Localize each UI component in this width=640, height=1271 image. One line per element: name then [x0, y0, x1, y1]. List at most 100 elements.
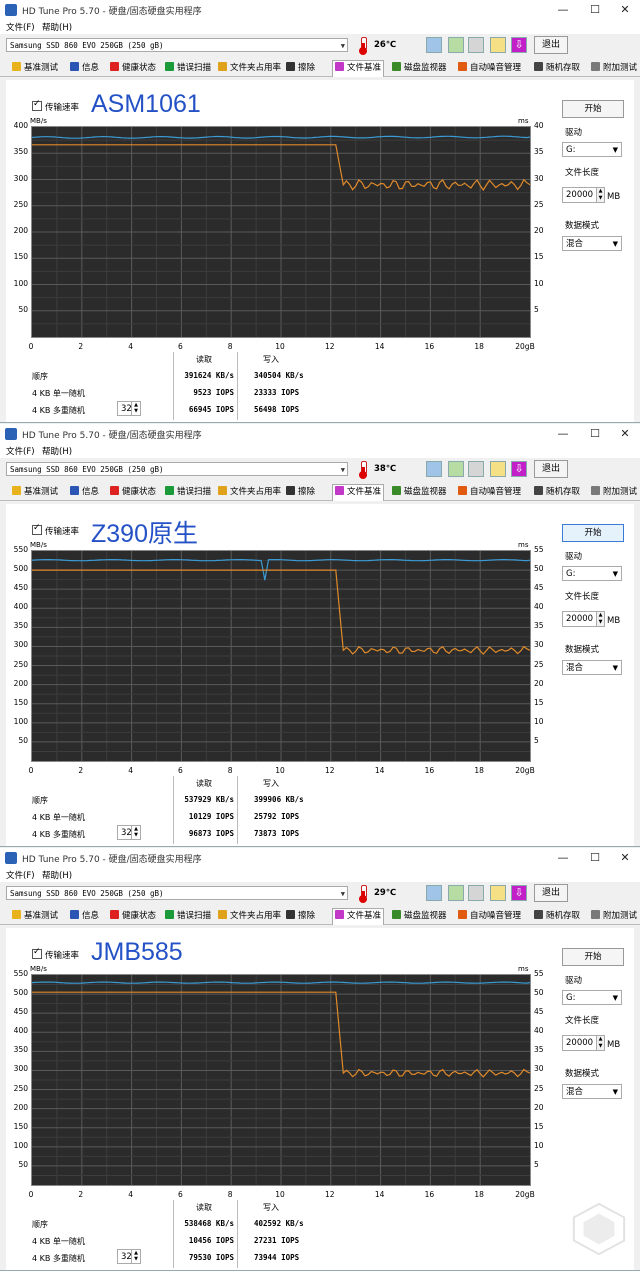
- graph-plot: [32, 551, 530, 761]
- save-icon[interactable]: ⇩: [511, 37, 527, 53]
- save-icon[interactable]: ⇩: [511, 885, 527, 901]
- exit-button[interactable]: 退出: [534, 460, 568, 478]
- start-button[interactable]: 开始: [562, 100, 624, 118]
- tab-1[interactable]: 信息: [70, 909, 99, 923]
- close-button[interactable]: ✕: [610, 426, 640, 442]
- tab-9[interactable]: 随机存取: [534, 909, 580, 923]
- queue-depth-stepper[interactable]: 32 ▲ ▼: [117, 825, 141, 840]
- transfer-rate-checkbox[interactable]: 传输速率: [32, 523, 79, 537]
- tab-3[interactable]: 错误扫描: [165, 909, 211, 923]
- file-length-stepper[interactable]: ▲ ▼: [596, 1035, 605, 1051]
- queue-depth-stepper[interactable]: 32 ▲ ▼: [117, 1249, 141, 1264]
- drive-letter-select[interactable]: G: ▼: [562, 142, 622, 157]
- tab-4[interactable]: 文件夹占用率: [218, 909, 281, 923]
- transfer-rate-checkbox[interactable]: 传输速率: [32, 947, 79, 961]
- drive-select[interactable]: Samsung SSD 860 EVO 250GB (250 gB) ▼: [6, 886, 348, 900]
- tab-9[interactable]: 随机存取: [534, 61, 580, 75]
- copy-info-icon[interactable]: [426, 37, 442, 53]
- exit-button[interactable]: 退出: [534, 36, 568, 54]
- copy-screenshot-icon[interactable]: [448, 37, 464, 53]
- drive-letter-select[interactable]: G: ▼: [562, 990, 622, 1005]
- options-icon[interactable]: [490, 37, 506, 53]
- title-bar[interactable]: HD Tune Pro 5.70 - 硬盘/固态硬盘实用程序 — ☐ ✕: [0, 848, 640, 869]
- tab-7[interactable]: 磁盘监视器: [392, 485, 447, 499]
- tab-6[interactable]: 文件基准: [332, 908, 385, 925]
- maximize-button[interactable]: ☐: [580, 426, 610, 442]
- data-mode-select[interactable]: 混合 ▼: [562, 236, 622, 251]
- tab-4[interactable]: 文件夹占用率: [218, 61, 281, 75]
- stepper-arrows-icon: ▲ ▼: [131, 1250, 140, 1263]
- maximize-button[interactable]: ☐: [580, 2, 610, 18]
- camera-icon[interactable]: [468, 37, 484, 53]
- save-icon[interactable]: ⇩: [511, 461, 527, 477]
- tab-6[interactable]: 文件基准: [332, 484, 385, 501]
- tab-7[interactable]: 磁盘监视器: [392, 61, 447, 75]
- exit-button[interactable]: 退出: [534, 884, 568, 902]
- file-length-stepper[interactable]: ▲ ▼: [596, 187, 605, 203]
- close-button[interactable]: ✕: [610, 2, 640, 18]
- drive-letter-select[interactable]: G: ▼: [562, 566, 622, 581]
- tab-5[interactable]: 擦除: [286, 61, 315, 75]
- y-tick-left: 200: [13, 1102, 28, 1112]
- menu-item-1[interactable]: 帮助(H): [42, 21, 72, 33]
- tab-6[interactable]: 文件基准: [332, 60, 385, 77]
- tab-8[interactable]: 自动噪音管理: [458, 485, 521, 499]
- tab-7[interactable]: 磁盘监视器: [392, 909, 447, 923]
- menu-item-1[interactable]: 帮助(H): [42, 869, 72, 881]
- copy-screenshot-icon[interactable]: [448, 461, 464, 477]
- tab-2[interactable]: 健康状态: [110, 909, 156, 923]
- minimize-button[interactable]: —: [548, 2, 578, 18]
- menu-bar: 文件(F) 帮助(H): [0, 444, 640, 458]
- tab-1[interactable]: 信息: [70, 485, 99, 499]
- tab-10[interactable]: 附加测试: [591, 485, 637, 499]
- tab-0[interactable]: 基准测试: [12, 909, 58, 923]
- tab-10[interactable]: 附加测试: [591, 61, 637, 75]
- minimize-button[interactable]: —: [548, 850, 578, 866]
- result-read-value: 10129 IOPS: [188, 812, 234, 821]
- file-length-stepper[interactable]: ▲ ▼: [596, 611, 605, 627]
- tab-10[interactable]: 附加测试: [591, 909, 637, 923]
- x-tick: 16: [424, 342, 435, 351]
- tab-1[interactable]: 信息: [70, 61, 99, 75]
- options-icon[interactable]: [490, 885, 506, 901]
- start-button[interactable]: 开始: [562, 524, 624, 542]
- copy-screenshot-icon[interactable]: [448, 885, 464, 901]
- tab-8[interactable]: 自动噪音管理: [458, 61, 521, 75]
- tab-5[interactable]: 擦除: [286, 909, 315, 923]
- maximize-button[interactable]: ☐: [580, 850, 610, 866]
- menu-item-1[interactable]: 帮助(H): [42, 445, 72, 457]
- start-button[interactable]: 开始: [562, 948, 624, 966]
- tab-3[interactable]: 错误扫描: [165, 485, 211, 499]
- drive-select[interactable]: Samsung SSD 860 EVO 250GB (250 gB) ▼: [6, 38, 348, 52]
- title-bar[interactable]: HD Tune Pro 5.70 - 硬盘/固态硬盘实用程序 — ☐ ✕: [0, 424, 640, 445]
- x-tick: 12: [325, 342, 335, 351]
- tab-5[interactable]: 擦除: [286, 485, 315, 499]
- y-tick-left: 250: [13, 659, 28, 669]
- tab-0[interactable]: 基准测试: [12, 61, 58, 75]
- minimize-button[interactable]: —: [548, 426, 578, 442]
- close-button[interactable]: ✕: [610, 850, 640, 866]
- copy-info-icon[interactable]: [426, 461, 442, 477]
- camera-icon[interactable]: [468, 461, 484, 477]
- transfer-rate-checkbox[interactable]: 传输速率: [32, 99, 79, 113]
- tab-8[interactable]: 自动噪音管理: [458, 909, 521, 923]
- title-bar[interactable]: HD Tune Pro 5.70 - 硬盘/固态硬盘实用程序 — ☐ ✕: [0, 0, 640, 21]
- tab-4[interactable]: 文件夹占用率: [218, 485, 281, 499]
- column-divider: [173, 776, 174, 844]
- data-mode-select[interactable]: 混合 ▼: [562, 1084, 622, 1099]
- options-icon[interactable]: [490, 461, 506, 477]
- tab-2[interactable]: 健康状态: [110, 485, 156, 499]
- copy-info-icon[interactable]: [426, 885, 442, 901]
- menu-item-0[interactable]: 文件(F): [6, 21, 35, 33]
- camera-icon[interactable]: [468, 885, 484, 901]
- queue-depth-stepper[interactable]: 32 ▲ ▼: [117, 401, 141, 416]
- tab-3[interactable]: 错误扫描: [165, 61, 211, 75]
- menu-item-0[interactable]: 文件(F): [6, 869, 35, 881]
- drive-select[interactable]: Samsung SSD 860 EVO 250GB (250 gB) ▼: [6, 462, 348, 476]
- tab-9[interactable]: 随机存取: [534, 485, 580, 499]
- tab-0[interactable]: 基准测试: [12, 485, 58, 499]
- tab-2[interactable]: 健康状态: [110, 61, 156, 75]
- data-mode-select[interactable]: 混合 ▼: [562, 660, 622, 675]
- menu-item-0[interactable]: 文件(F): [6, 445, 35, 457]
- y-tick-left: 450: [13, 583, 28, 593]
